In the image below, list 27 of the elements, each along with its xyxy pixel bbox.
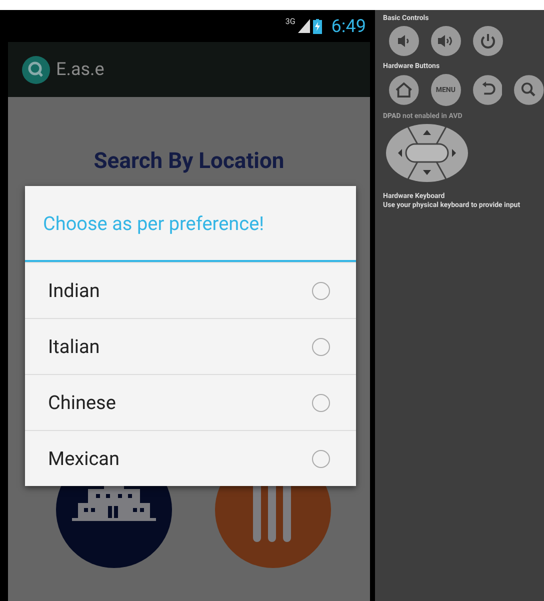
signal-icon [298, 19, 310, 33]
search-icon [22, 56, 50, 84]
dialog-title: Choose as per preference! [25, 186, 356, 262]
dpad-drawing[interactable] [386, 124, 468, 182]
option-label: Mexican [48, 447, 120, 470]
search-icon[interactable] [514, 74, 544, 106]
option-label: Chinese [48, 391, 116, 414]
app-title: E.as.e [56, 59, 104, 80]
radio-button[interactable] [312, 450, 330, 468]
volume-up-icon[interactable] [431, 26, 461, 56]
radio-button[interactable] [312, 282, 330, 300]
option-row[interactable]: Chinese [25, 374, 356, 430]
back-icon[interactable] [472, 74, 502, 106]
radio-button[interactable] [312, 394, 330, 412]
option-row[interactable]: Mexican [25, 430, 356, 486]
option-row[interactable]: Italian [25, 318, 356, 374]
option-label: Indian [48, 279, 100, 302]
page-heading: Search By Location [92, 149, 286, 174]
battery-charging-icon [313, 18, 322, 34]
option-label: Italian [48, 335, 100, 358]
home-icon[interactable] [389, 74, 419, 106]
radio-button[interactable] [312, 338, 330, 356]
option-row[interactable]: Indian [25, 262, 356, 318]
volume-down-icon[interactable] [389, 26, 419, 56]
power-icon[interactable] [473, 26, 503, 56]
clock-time: 6:49 [331, 16, 366, 36]
network-type: 3G [285, 17, 296, 26]
